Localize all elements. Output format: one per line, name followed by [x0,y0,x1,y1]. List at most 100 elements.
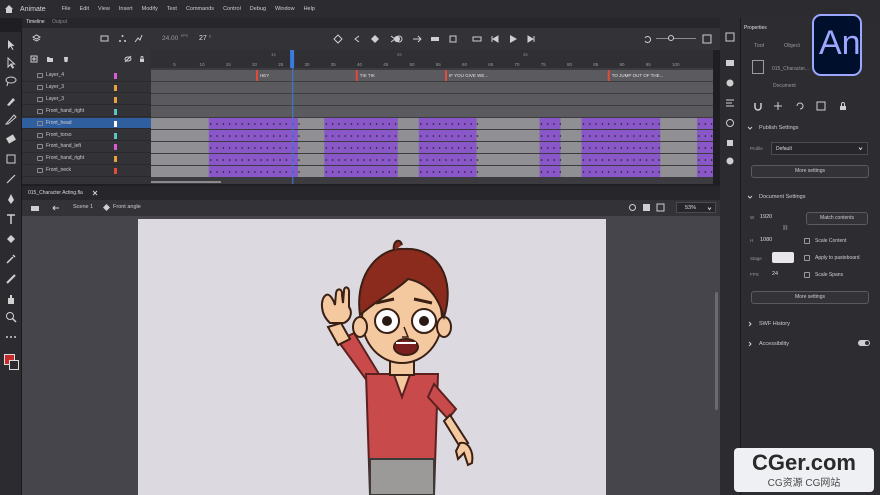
clip-icon[interactable] [656,203,665,212]
prev-keyframe-icon[interactable] [352,34,362,44]
align-icon[interactable] [725,98,735,108]
step-forward-icon[interactable] [526,34,536,44]
play-icon[interactable] [508,34,518,44]
edit-symbol-icon[interactable] [642,203,651,212]
current-frame[interactable]: 27 [199,35,207,42]
loop-icon[interactable] [472,34,482,44]
print-icon[interactable] [30,203,40,213]
keyframe-diamond-icon[interactable] [370,34,380,44]
graph-icon[interactable] [134,34,143,43]
insert-tween-icon[interactable] [412,34,422,44]
properties-icon[interactable] [725,32,735,42]
fps-value[interactable]: 24.00 [162,35,178,42]
close-icon[interactable] [92,190,98,196]
layer-color-tag[interactable] [114,84,117,91]
eyedropper-icon[interactable] [4,252,18,266]
assets-icon[interactable] [725,78,735,88]
pen-tool-icon[interactable] [4,192,18,206]
transform-handle-icon[interactable] [773,101,783,111]
menu-commands[interactable]: Commands [186,6,214,12]
lock-all-icon[interactable] [138,55,146,63]
menu-file[interactable]: File [62,6,71,12]
character-illustration[interactable] [138,219,606,495]
scale-content-checkbox[interactable] [804,238,810,244]
layer-row[interactable]: Front_torso [22,130,151,141]
grid-icon[interactable] [816,101,826,111]
layer-depth-icon[interactable] [118,34,127,43]
layers-icon[interactable] [32,34,41,43]
paint-brush-icon[interactable] [4,112,18,126]
frame-grid[interactable]: 5 10 15 20 25 30 35 40 45 50 55 60 65 70 75 80 85 90 95 100… [151,50,713,184]
layer-name[interactable]: Front_hand_right [46,108,84,114]
paint-bucket-icon[interactable] [4,232,18,246]
home-icon[interactable] [4,4,14,14]
layer-color-tag[interactable] [114,108,117,115]
menu-window[interactable]: Window [275,6,295,12]
layer-color-tag[interactable] [114,96,117,103]
layer-color-tag[interactable] [114,73,117,79]
transform-icon[interactable] [725,138,735,148]
layer-name[interactable]: Front_neck [46,167,71,173]
accessibility-toggle[interactable] [858,340,870,346]
slider-handle[interactable] [668,35,674,41]
layer-row[interactable]: Front_hand_right [22,153,151,165]
new-folder-icon[interactable] [46,55,54,63]
lock-icon[interactable] [838,101,848,111]
layer-name[interactable]: Layer_4 [46,72,64,78]
stage-area[interactable] [22,216,720,495]
frame-grid-canvas[interactable]: 5 10 15 20 25 30 35 40 45 50 55 60 65 70 75 80 85 90 95 100… [151,50,713,184]
new-layer-icon[interactable] [30,55,38,63]
stage-canvas[interactable] [138,219,606,495]
tween-type-icon[interactable] [430,34,440,44]
color-icon[interactable] [725,118,735,128]
text-tool-icon[interactable] [4,212,18,226]
tab-object[interactable]: Object [784,43,800,49]
subselection-tool-icon[interactable] [4,56,18,70]
back-arrow-icon[interactable] [52,204,60,212]
hand-tool-icon[interactable] [4,292,18,306]
zoom-dropdown[interactable]: 53% [676,202,716,213]
layer-row[interactable]: Front_hand_left [22,141,151,153]
layer-name[interactable]: Layer_3 [46,84,64,90]
undo-icon[interactable] [642,34,652,44]
layer-row[interactable]: Front_head [22,117,151,130]
tab-tool[interactable]: Tool [754,43,764,49]
frame-icon[interactable] [448,34,458,44]
layer-name[interactable]: Front_head [46,120,72,126]
menu-debug[interactable]: Debug [250,6,266,12]
layer-color-tag[interactable] [114,168,117,175]
match-contents-button[interactable]: Match contents [806,212,868,225]
eraser-tool-icon[interactable] [4,132,18,146]
layer-name[interactable]: Front_torso [46,132,72,138]
menu-help[interactable]: Help [304,6,315,12]
link-icon[interactable]: ⛓ [782,225,788,231]
show-all-icon[interactable] [124,55,132,63]
document-tab[interactable]: 015_Character Acting.fla [28,190,83,196]
tab-output[interactable]: Output [52,19,67,25]
timeline-zoom-slider[interactable] [656,38,696,39]
menu-insert[interactable]: Insert [119,6,133,12]
apply-pasteboard-checkbox[interactable] [804,255,810,261]
bone-tool-icon[interactable] [4,272,18,286]
snap-icon[interactable] [628,203,637,212]
magnet-icon[interactable] [753,101,763,111]
brush-tool-icon[interactable] [4,94,18,108]
scene-name[interactable]: Scene 1 [73,204,93,210]
frame-picker-icon[interactable] [725,156,735,166]
layer-color-tag[interactable] [114,144,117,151]
step-back-icon[interactable] [490,34,500,44]
collapse-panel-icon[interactable] [866,14,878,24]
layer-row[interactable]: Layer_4 [22,70,151,82]
layer-color-tag[interactable] [114,156,117,163]
scale-spans-checkbox[interactable] [804,272,810,278]
layer-name[interactable]: Front_hand_left [46,143,81,149]
onion-skin-icon[interactable] [393,34,403,44]
menu-edit[interactable]: Edit [80,6,89,12]
library-icon[interactable] [725,58,735,68]
layer-color-tag[interactable] [114,132,117,139]
layer-color-tag[interactable] [114,120,117,127]
selection-tool-icon[interactable] [4,38,18,52]
tab-timeline[interactable]: Timeline [26,19,45,25]
add-keyframe-icon[interactable] [333,34,343,44]
layer-row[interactable]: Layer_3 [22,82,151,94]
